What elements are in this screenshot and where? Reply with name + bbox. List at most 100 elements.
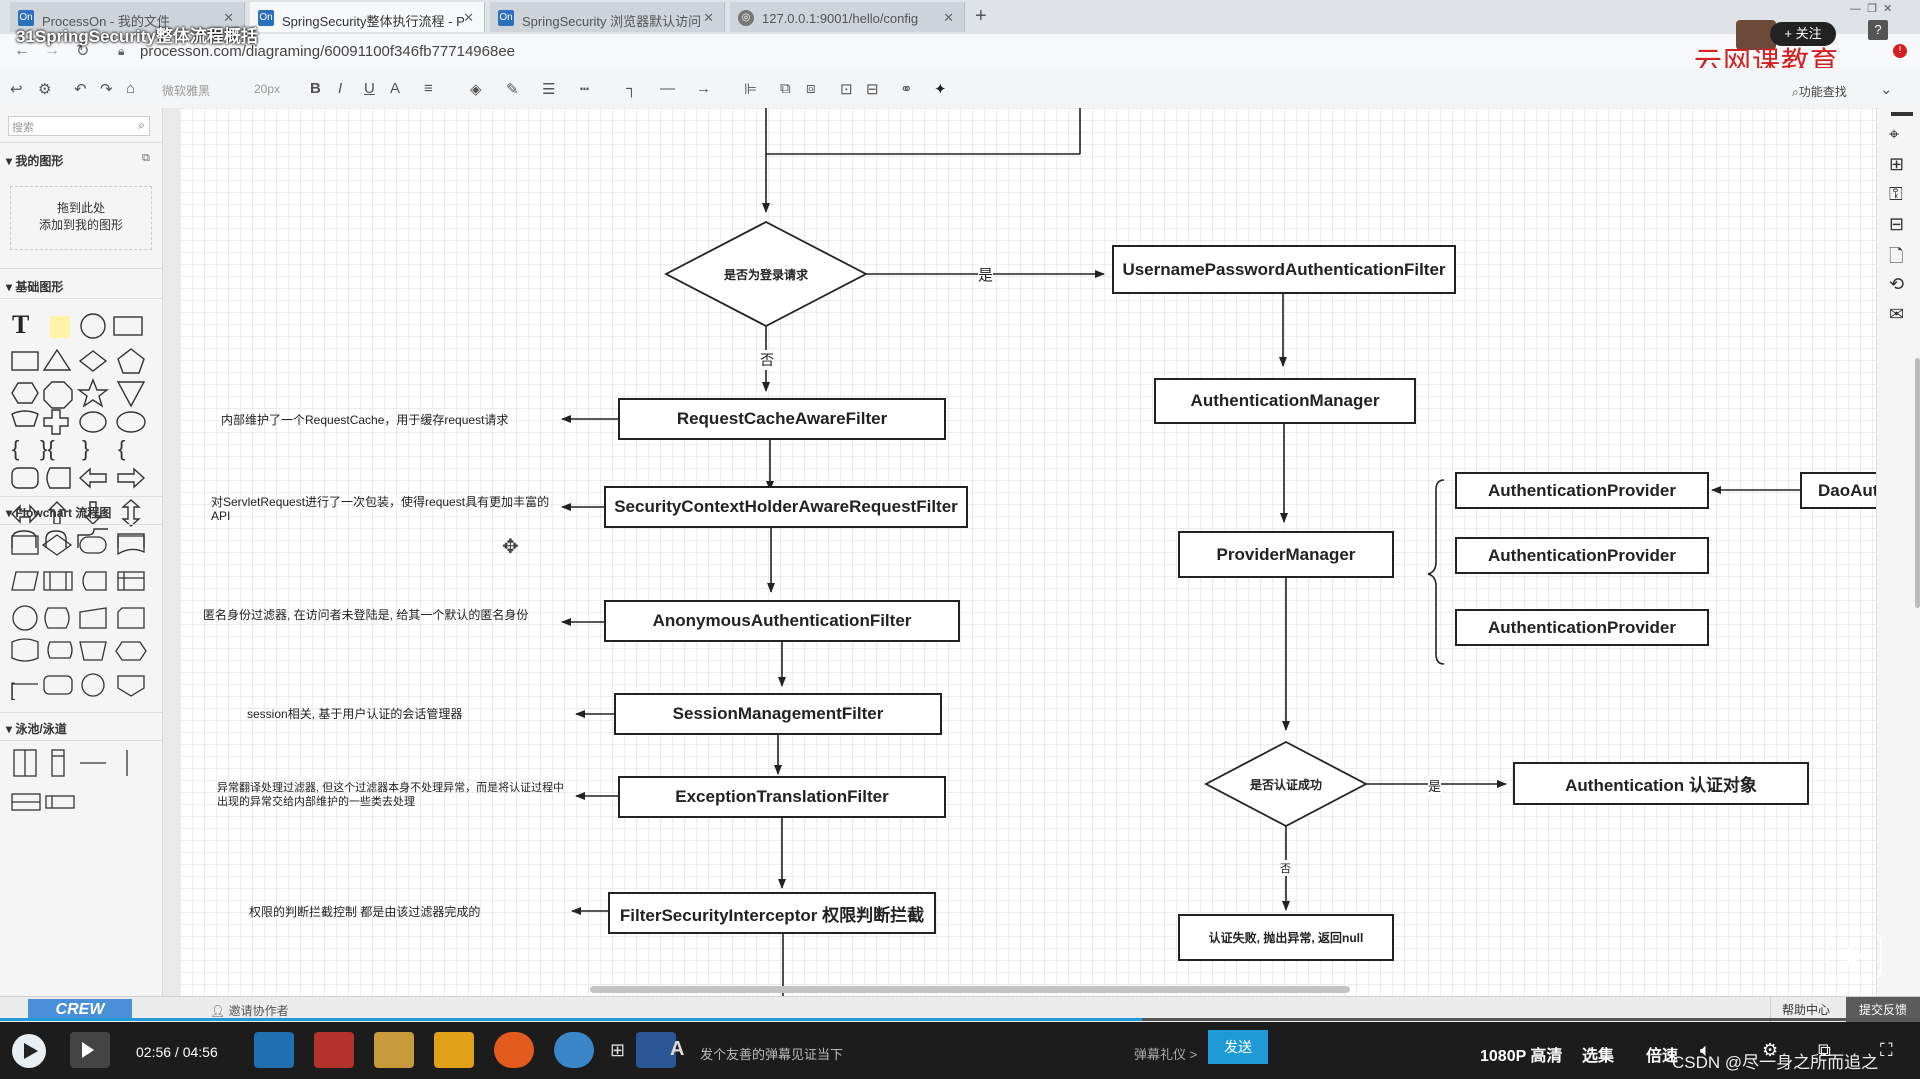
search-icon[interactable]: ⌕ xyxy=(138,118,145,133)
swimlane-header[interactable]: ▾ 泳池/泳道 xyxy=(6,720,67,737)
basic-shapes-header[interactable]: ▾ 基础图形 xyxy=(6,278,63,295)
fill-color-icon[interactable]: ◈ xyxy=(470,80,482,98)
unlock-shape-icon[interactable]: ⊟ xyxy=(866,80,879,98)
drop-zone[interactable]: 拖到此处 添加到我的图形 xyxy=(10,186,152,250)
note-security-context: 对ServletRequest进行了一次包装，使得request具有更加丰富的A… xyxy=(211,495,550,523)
danmaku-input[interactable]: 发个友善的弹幕见证当下 xyxy=(700,1044,843,1063)
play-button[interactable] xyxy=(12,1034,46,1068)
node-session-filter[interactable]: SessionManagementFilter xyxy=(614,693,942,735)
group-icon[interactable]: ⧉ xyxy=(780,80,791,97)
navigator-icon[interactable]: ⌖ xyxy=(1889,124,1899,145)
arrow-style-icon[interactable]: → xyxy=(696,80,711,97)
svg-text:{: { xyxy=(12,436,19,461)
comment-icon[interactable]: ✉ xyxy=(1889,304,1904,325)
send-button[interactable]: 发送 xyxy=(1208,1030,1268,1064)
format-painter-icon[interactable]: ⌂ xyxy=(126,80,135,97)
redo-icon[interactable]: ↷ xyxy=(100,80,113,98)
line-style-icon[interactable]: ┅ xyxy=(580,80,589,98)
page-icon[interactable]: 🗋︎ xyxy=(1889,244,1903,274)
taskbar-app-icon[interactable] xyxy=(314,1032,354,1068)
settings-icon[interactable]: ⚙ xyxy=(38,80,51,98)
taskbar-app-icon[interactable] xyxy=(494,1032,534,1068)
node-authentication-object[interactable]: Authentication 认证对象 xyxy=(1513,762,1809,805)
help-icon[interactable]: ? xyxy=(1868,20,1888,40)
episodes-button[interactable]: 选集 xyxy=(1582,1042,1614,1066)
fullscreen-icon[interactable]: ⛶ xyxy=(1880,1040,1893,1061)
node-authentication-manager[interactable]: AuthenticationManager xyxy=(1154,378,1416,424)
close-icon[interactable]: ✕ xyxy=(943,10,954,26)
link-icon[interactable]: ⚭ xyxy=(900,80,913,98)
node-request-cache-filter[interactable]: RequestCacheAwareFilter xyxy=(618,398,946,440)
node-dao-authentication-provider[interactable]: DaoAuthen xyxy=(1800,472,1876,509)
tab-springsecurity-browser[interactable]: On SpringSecurity 浏览器默认访问 ✕ xyxy=(490,2,725,32)
edit-icon[interactable]: ⧉ xyxy=(142,152,150,165)
gear-icon[interactable]: ⚙ xyxy=(1762,1040,1778,1061)
close-icon[interactable]: ✕ xyxy=(703,10,714,26)
font-color-icon[interactable]: A xyxy=(390,80,400,97)
align-icon[interactable]: ≡ xyxy=(424,80,433,97)
processon-icon: On xyxy=(258,10,274,26)
ungroup-icon[interactable]: ⧈ xyxy=(806,80,816,97)
pip-icon[interactable]: ⧉ xyxy=(1818,1040,1831,1061)
line-width-icon[interactable]: ☰ xyxy=(542,80,555,98)
back-to-files-icon[interactable]: ↩ xyxy=(10,80,23,98)
line-color-icon[interactable]: ✎ xyxy=(506,80,519,98)
node-username-password-filter[interactable]: UsernamePasswordAuthenticationFilter xyxy=(1112,245,1456,294)
window-controls[interactable]: — ❐ ✕ xyxy=(1850,2,1910,16)
diagram-canvas[interactable]: 是否为登录请求 是否认证成功 是 否 是 否 RequestCacheAware… xyxy=(180,108,1876,996)
swimlane-shapes-svg[interactable] xyxy=(10,748,160,828)
taskbar-app-icon[interactable] xyxy=(254,1032,294,1068)
new-tab-button[interactable]: + xyxy=(975,5,987,28)
horizontal-scrollbar[interactable] xyxy=(590,986,1350,993)
invite-collaborators[interactable]: 👤︎ 邀请协作者 xyxy=(210,1002,289,1019)
danmaku-etiquette[interactable]: 弹幕礼仪 > xyxy=(1134,1044,1197,1063)
notification-icon[interactable]: ! xyxy=(1893,44,1907,58)
lock-shape-icon[interactable]: ⊡ xyxy=(840,80,853,98)
my-shapes-header[interactable]: ▾ 我的图形 xyxy=(6,152,63,169)
next-icon[interactable] xyxy=(70,1032,110,1068)
magic-wand-icon[interactable]: ✦ xyxy=(934,80,947,98)
align-left-icon[interactable]: ⊫ xyxy=(744,80,757,98)
node-auth-failed[interactable]: 认证失败, 抛出异常, 返回null xyxy=(1178,914,1394,961)
node-auth-provider-3[interactable]: AuthenticationProvider xyxy=(1455,609,1709,646)
node-exception-filter[interactable]: ExceptionTranslationFilter xyxy=(618,776,946,818)
bracket-shape[interactable]: [ xyxy=(10,680,15,701)
underline-icon[interactable]: U xyxy=(364,80,375,97)
node-security-interceptor[interactable]: FilterSecurityInterceptor 权限判断拦截 xyxy=(608,892,936,934)
data-icon[interactable]: ⊟ xyxy=(1889,214,1904,235)
node-auth-provider-2[interactable]: AuthenticationProvider xyxy=(1455,537,1709,574)
italic-icon[interactable]: I xyxy=(338,80,342,97)
folder-icon[interactable] xyxy=(374,1032,414,1068)
volume-icon[interactable]: 🔈︎ xyxy=(1700,1040,1711,1061)
node-security-context-filter[interactable]: SecurityContextHolderAwareRequestFilter xyxy=(604,486,968,528)
format-icon[interactable]: ⚿ xyxy=(1889,184,1903,205)
shape-search-input[interactable]: 搜索 ⌕ xyxy=(8,116,150,136)
undo-icon[interactable]: ↶ xyxy=(74,80,87,98)
font-size-select[interactable]: 20px xyxy=(254,82,280,96)
line-type-icon[interactable]: — xyxy=(660,80,675,97)
collapse-chevron-icon[interactable]: ⌄ xyxy=(1880,80,1893,98)
node-provider-manager[interactable]: ProviderManager xyxy=(1178,531,1394,578)
node-anonymous-filter[interactable]: AnonymousAuthenticationFilter xyxy=(604,600,960,642)
danmaku-toggle-icon[interactable]: ⊞ xyxy=(610,1040,625,1061)
connector-icon[interactable]: ┐ xyxy=(626,80,637,97)
tab-localhost-config[interactable]: ◎ 127.0.0.1:9001/hello/config ✕ xyxy=(730,2,965,32)
edge-label-no-auth: 否 xyxy=(1280,860,1291,876)
bold-icon[interactable]: B xyxy=(310,80,321,97)
vertical-scrollbar[interactable] xyxy=(1915,358,1920,608)
history-icon[interactable]: ⟲ xyxy=(1889,274,1904,295)
font-icon[interactable]: A xyxy=(670,1038,684,1061)
taskbar-app-icon[interactable] xyxy=(554,1032,594,1068)
quality-selector[interactable]: 1080P 高清 xyxy=(1480,1042,1562,1066)
node-auth-provider-1[interactable]: AuthenticationProvider xyxy=(1455,472,1709,509)
font-family-select[interactable]: 微软雅黑 xyxy=(162,82,210,99)
feature-search[interactable]: ⌕功能查找 xyxy=(1792,83,1847,100)
style-icon[interactable]: ⊞ xyxy=(1889,154,1904,175)
flowchart-shapes-svg[interactable] xyxy=(10,532,160,702)
taskbar-app-icon[interactable] xyxy=(434,1032,474,1068)
processon-icon: On xyxy=(498,10,514,26)
play-overlay-icon[interactable] xyxy=(1826,932,1882,980)
tab-springsecurity-flow[interactable]: On SpringSecurity整体执行流程 - P ✕ xyxy=(250,2,485,32)
flowchart-header[interactable]: ▾ Flowchart 流程图 xyxy=(6,504,111,521)
close-icon[interactable]: ✕ xyxy=(463,10,474,26)
